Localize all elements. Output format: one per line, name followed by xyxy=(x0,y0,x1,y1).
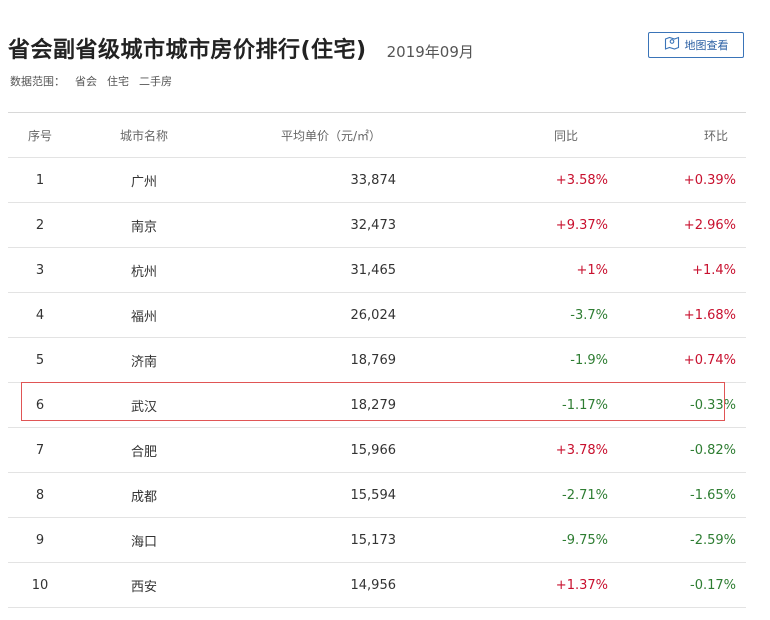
col-header-rank: 序号 xyxy=(27,128,52,143)
yoy-cell: +1% xyxy=(576,262,608,278)
city-cell: 杭州 xyxy=(130,264,157,280)
mom-cell: +1.4% xyxy=(692,262,736,278)
city-cell: 西安 xyxy=(130,579,157,595)
rank-cell: 9 xyxy=(35,532,45,548)
rank-cell: 1 xyxy=(35,172,45,188)
mom-cell: -2.59% xyxy=(690,532,736,548)
price-cell: 15,173 xyxy=(350,532,397,548)
col-header-mom: 环比 xyxy=(703,128,728,143)
yoy-cell: -9.75% xyxy=(562,532,608,548)
mom-cell: -0.82% xyxy=(690,442,736,458)
yoy-cell: -1.9% xyxy=(570,352,608,368)
scope-item: 二手房 xyxy=(139,75,172,88)
city-cell: 合肥 xyxy=(130,444,157,460)
table-row: 1 广州 33,874 +3.58% +0.39% xyxy=(8,158,746,203)
yoy-cell: +3.58% xyxy=(555,172,608,188)
map-pin-icon xyxy=(664,35,680,55)
rank-cell: 6 xyxy=(35,397,45,413)
map-view-button[interactable]: 地图查看 xyxy=(648,32,744,58)
city-cell: 济南 xyxy=(130,354,157,370)
table-row: 8 成都 15,594 -2.71% -1.65% xyxy=(8,473,746,518)
mom-cell: +0.74% xyxy=(683,352,736,368)
table-row: 7 合肥 15,966 +3.78% -0.82% xyxy=(8,428,746,473)
mom-cell: +2.96% xyxy=(683,217,736,233)
yoy-cell: -1.17% xyxy=(562,397,608,413)
rank-cell: 10 xyxy=(31,577,49,593)
city-cell: 南京 xyxy=(130,219,157,235)
price-cell: 14,956 xyxy=(350,577,397,593)
city-cell: 海口 xyxy=(130,534,157,550)
price-cell: 15,594 xyxy=(350,487,397,503)
rank-cell: 3 xyxy=(35,262,45,278)
price-cell: 15,966 xyxy=(350,442,397,458)
rank-cell: 2 xyxy=(35,217,45,233)
map-view-label: 地图查看 xyxy=(684,39,729,52)
scope-item: 省会 xyxy=(75,75,97,88)
price-cell: 18,279 xyxy=(350,397,397,413)
table-row: 3 杭州 31,465 +1% +1.4% xyxy=(8,248,746,293)
city-cell: 成都 xyxy=(130,489,157,505)
data-scope: 数据范围： 省会 住宅 二手房 xyxy=(10,73,172,89)
yoy-cell: +9.37% xyxy=(555,217,608,233)
rank-cell: 5 xyxy=(35,352,45,368)
table-header-row: 序号 城市名称 平均单价（元/㎡） 同比 环比 xyxy=(8,113,746,158)
col-header-yoy: 同比 xyxy=(553,128,578,143)
page-title: 省会副省级城市城市房价排行(住宅) xyxy=(8,38,367,63)
table-row: 9 海口 15,173 -9.75% -2.59% xyxy=(8,518,746,563)
mom-cell: +0.39% xyxy=(683,172,736,188)
price-cell: 31,465 xyxy=(350,262,397,278)
price-cell: 32,473 xyxy=(350,217,397,233)
report-date: 2019年09月 xyxy=(386,43,474,61)
col-header-city: 城市名称 xyxy=(119,128,168,143)
rank-cell: 7 xyxy=(35,442,45,458)
yoy-cell: +3.78% xyxy=(555,442,608,458)
mom-cell: -0.17% xyxy=(690,577,736,593)
scope-item: 住宅 xyxy=(107,75,129,88)
yoy-cell: +1.37% xyxy=(555,577,608,593)
table-row: 5 济南 18,769 -1.9% +0.74% xyxy=(8,338,746,383)
scope-label: 数据范围： xyxy=(10,75,65,88)
table-row: 2 南京 32,473 +9.37% +2.96% xyxy=(8,203,746,248)
rank-cell: 4 xyxy=(35,307,45,323)
ranking-table: 序号 城市名称 平均单价（元/㎡） 同比 环比 1 广州 33,874 +3.58% +… xyxy=(8,112,746,608)
city-cell: 福州 xyxy=(130,309,157,325)
col-header-price: 平均单价（元/㎡） xyxy=(280,128,382,143)
mom-cell: -1.65% xyxy=(690,487,736,503)
table-row: 6 武汉 18,279 -1.17% -0.33% xyxy=(8,383,746,428)
table-row: 4 福州 26,024 -3.7% +1.68% xyxy=(8,293,746,338)
rank-cell: 8 xyxy=(35,487,45,503)
mom-cell: +1.68% xyxy=(683,307,736,323)
yoy-cell: -3.7% xyxy=(570,307,608,323)
page-header: 省会副省级城市城市房价排行(住宅) 2019年09月 xyxy=(8,32,474,64)
price-cell: 33,874 xyxy=(350,172,397,188)
price-cell: 18,769 xyxy=(350,352,397,368)
city-cell: 广州 xyxy=(130,174,157,190)
mom-cell: -0.33% xyxy=(690,397,736,413)
yoy-cell: -2.71% xyxy=(562,487,608,503)
city-cell: 武汉 xyxy=(130,399,157,415)
table-row: 10 西安 14,956 +1.37% -0.17% xyxy=(8,563,746,608)
price-cell: 26,024 xyxy=(350,307,397,323)
